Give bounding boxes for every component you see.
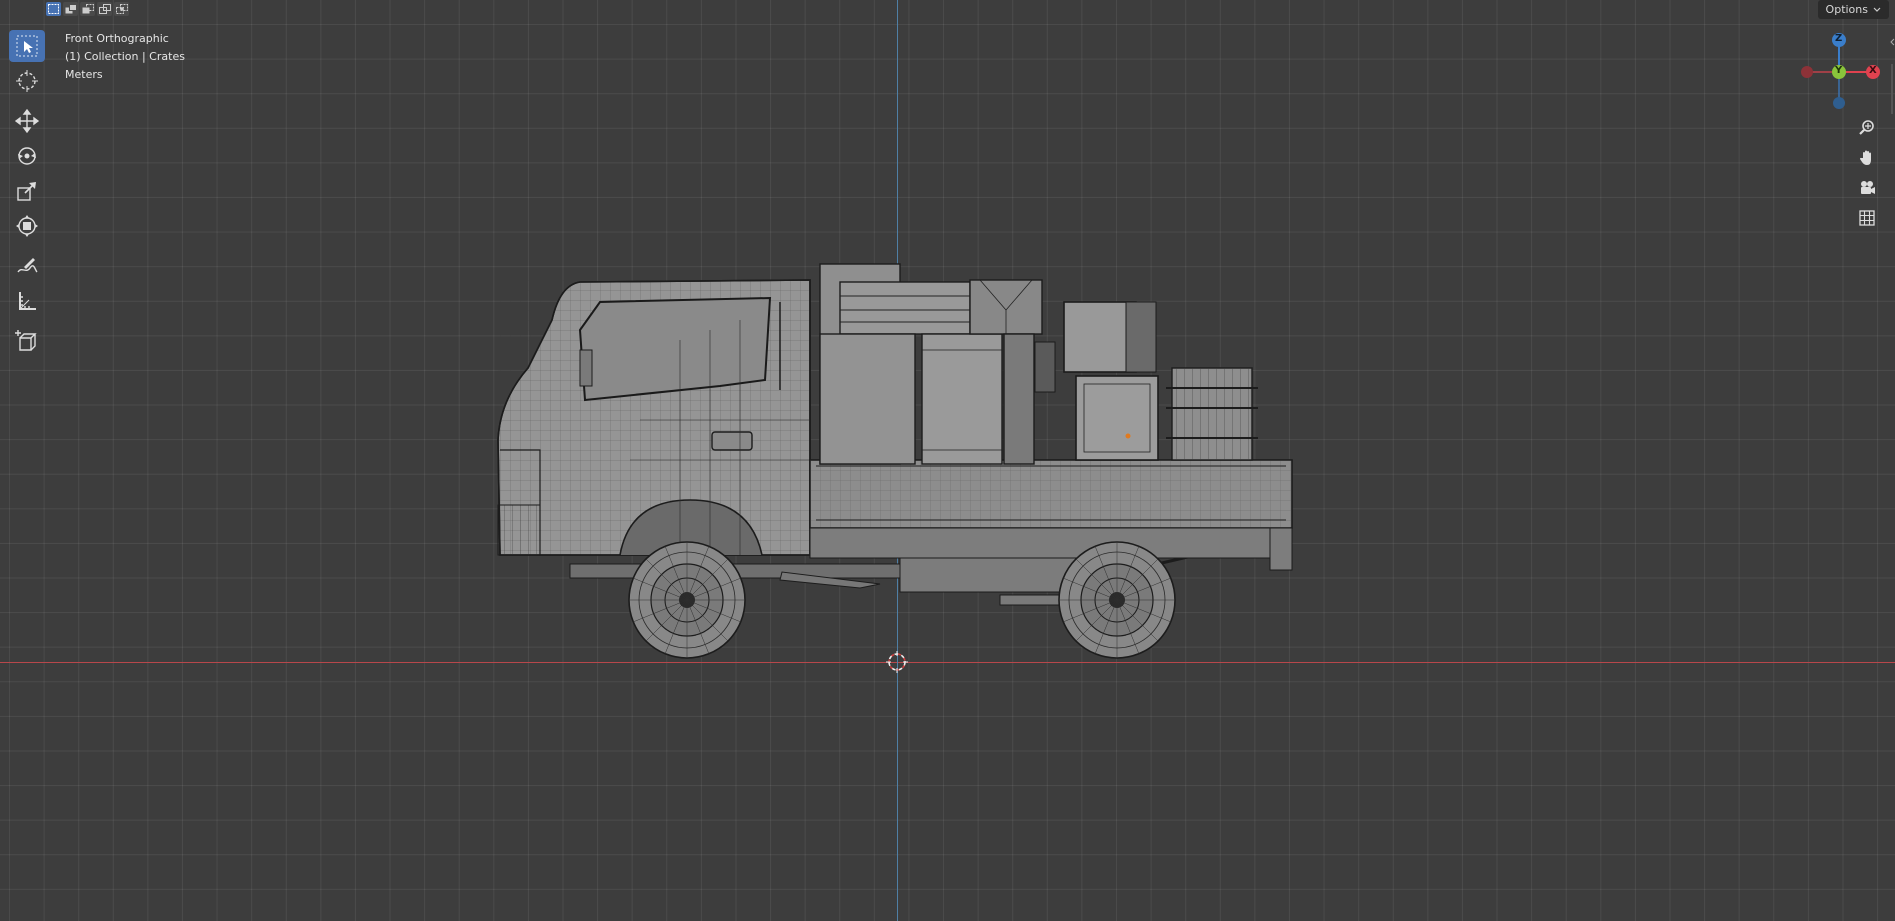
select-difference-icon[interactable] [97, 2, 112, 16]
selection-mode-group [46, 2, 129, 18]
select-box-icon[interactable] [9, 30, 45, 62]
view-name: Front Orthographic [65, 32, 169, 45]
add-cube-icon[interactable] [9, 325, 45, 357]
select-subtract-icon[interactable] [80, 2, 95, 16]
truck-model[interactable] [480, 250, 1310, 670]
x-axis-label[interactable]: X [1869, 65, 1877, 76]
move-icon[interactable] [9, 105, 45, 137]
collection-info: (1) Collection | Crates [65, 50, 185, 63]
annotate-icon[interactable] [9, 250, 45, 282]
chevron-down-icon [1873, 7, 1881, 12]
grid-toggle-icon[interactable] [1852, 204, 1882, 232]
navigation-buttons [1852, 114, 1882, 234]
sidebar-edge-handle[interactable] [1889, 34, 1895, 114]
options-label: Options [1825, 3, 1868, 16]
cursor-icon[interactable] [9, 65, 45, 97]
units-label: Meters [65, 68, 103, 81]
options-button[interactable]: Options [1817, 0, 1889, 19]
rotate-icon[interactable] [9, 140, 45, 172]
zoom-icon[interactable] [1852, 114, 1882, 142]
measure-icon[interactable] [9, 285, 45, 317]
select-new-icon[interactable] [46, 2, 61, 16]
tool-shelf [9, 30, 47, 360]
neg-z-handle [1833, 97, 1845, 109]
y-axis-label[interactable]: Y [1835, 65, 1842, 76]
navigation-gizmo[interactable]: Z X Y [1793, 30, 1887, 112]
transform-icon[interactable] [9, 210, 45, 242]
scale-icon[interactable] [9, 175, 45, 207]
camera-icon[interactable] [1852, 174, 1882, 202]
select-extend-icon[interactable] [63, 2, 78, 16]
select-intersect-icon[interactable] [114, 2, 129, 16]
neg-x-handle [1801, 66, 1813, 78]
z-axis-label[interactable]: Z [1835, 33, 1842, 44]
rear-wheel [1058, 541, 1176, 659]
front-wheel [628, 541, 746, 659]
viewport-info: Front Orthographic (1) Collection | Crat… [65, 30, 185, 84]
pan-hand-icon[interactable] [1852, 144, 1882, 172]
